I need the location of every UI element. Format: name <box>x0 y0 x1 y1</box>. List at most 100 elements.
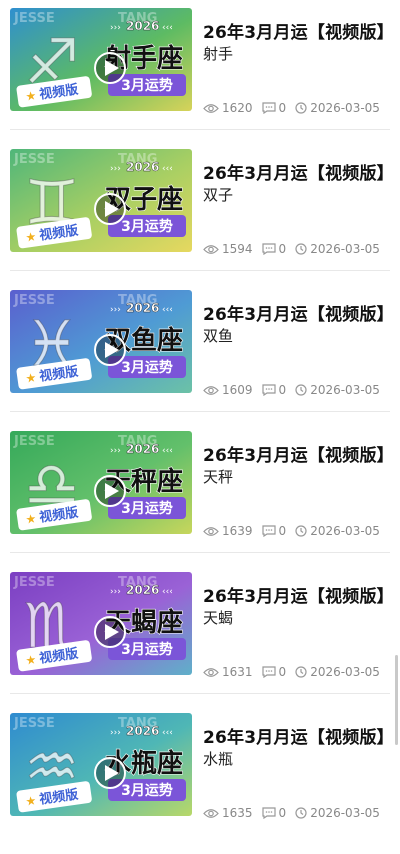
video-list-item[interactable]: JESSE TANG ♓ 2026 ››› ‹‹‹ 双鱼座 3月运势 ★ 视频版… <box>0 290 400 431</box>
video-meta: 1639 0 2026-03-05 <box>203 523 389 539</box>
divider <box>10 411 390 412</box>
arrows-left-icon: ››› <box>110 164 121 174</box>
year-label: 2026 <box>126 442 159 456</box>
star-icon: ★ <box>25 511 38 526</box>
watermark-left: JESSE <box>13 293 55 308</box>
video-subtitle: 天蝎 <box>203 609 234 627</box>
arrows-left-icon: ››› <box>110 587 121 597</box>
star-icon: ★ <box>25 370 38 385</box>
watermark-left: JESSE <box>13 152 55 167</box>
video-list-item[interactable]: JESSE TANG ♏ 2026 ››› ‹‹‹ 天蝎座 3月运势 ★ 视频版… <box>0 572 400 713</box>
play-button[interactable] <box>94 52 126 84</box>
view-count: 1635 <box>222 806 253 820</box>
video-subtitle: 双子 <box>203 186 234 204</box>
video-thumbnail[interactable]: JESSE TANG ♏ 2026 ››› ‹‹‹ 天蝎座 3月运势 ★ 视频版 <box>10 572 192 675</box>
arrows-left-icon: ››› <box>110 23 121 33</box>
fortune-label: 3月运势 <box>121 641 173 658</box>
eye-icon <box>203 244 219 255</box>
arrows-right-icon: ‹‹‹ <box>162 23 173 33</box>
play-button[interactable] <box>94 475 126 507</box>
arrows-right-icon: ‹‹‹ <box>162 164 173 174</box>
fortune-label: 3月运势 <box>121 77 173 94</box>
arrows-left-icon: ››› <box>110 305 121 315</box>
divider <box>10 552 390 553</box>
play-button[interactable] <box>94 757 126 789</box>
play-button[interactable] <box>94 334 126 366</box>
video-list-item[interactable]: JESSE TANG ♐ 2026 ››› ‹‹‹ 射手座 3月运势 ★ 视频版… <box>0 8 400 149</box>
eye-icon <box>203 103 219 114</box>
comment-count: 0 <box>278 806 287 820</box>
eye-icon <box>203 667 219 678</box>
year-label: 2026 <box>126 583 159 597</box>
fortune-label: 3月运势 <box>121 500 173 517</box>
star-icon: ★ <box>25 793 38 808</box>
fortune-label: 3月运势 <box>121 359 173 376</box>
view-count: 1639 <box>222 524 253 538</box>
video-subtitle: 射手 <box>203 45 234 63</box>
video-title[interactable]: 26年3月月运【视频版】 <box>203 582 394 607</box>
video-title[interactable]: 26年3月月运【视频版】 <box>203 18 394 43</box>
video-title[interactable]: 26年3月月运【视频版】 <box>203 159 394 184</box>
scrollbar[interactable] <box>395 655 398 745</box>
arrows-right-icon: ‹‹‹ <box>162 587 173 597</box>
clock-icon <box>295 807 307 819</box>
video-thumbnail[interactable]: JESSE TANG ♎ 2026 ››› ‹‹‹ 天秤座 3月运势 ★ 视频版 <box>10 431 192 534</box>
year-label: 2026 <box>126 19 159 33</box>
video-list-item[interactable]: JESSE TANG ♊ 2026 ››› ‹‹‹ 双子座 3月运势 ★ 视频版… <box>0 149 400 290</box>
comment-icon <box>261 243 276 255</box>
star-icon: ★ <box>25 229 38 244</box>
watermark-left: JESSE <box>13 11 55 26</box>
play-button[interactable] <box>94 616 126 648</box>
clock-icon <box>295 102 307 114</box>
video-thumbnail[interactable]: JESSE TANG ♐ 2026 ››› ‹‹‹ 射手座 3月运势 ★ 视频版 <box>10 8 192 111</box>
comment-icon <box>261 666 276 678</box>
video-thumbnail[interactable]: JESSE TANG ♒ 2026 ››› ‹‹‹ 水瓶座 3月运势 ★ 视频版 <box>10 713 192 816</box>
publish-date: 2026-03-05 <box>310 665 380 679</box>
comment-count: 0 <box>278 665 287 679</box>
video-thumbnail[interactable]: JESSE TANG ♊ 2026 ››› ‹‹‹ 双子座 3月运势 ★ 视频版 <box>10 149 192 252</box>
fortune-label: 3月运势 <box>121 218 173 235</box>
comment-icon <box>261 807 276 819</box>
video-subtitle: 水瓶 <box>203 750 234 768</box>
fortune-label: 3月运势 <box>121 782 173 799</box>
divider <box>10 693 390 694</box>
comment-count: 0 <box>278 383 287 397</box>
watermark-left: JESSE <box>13 575 55 590</box>
arrows-left-icon: ››› <box>110 446 121 456</box>
video-subtitle: 天秤 <box>203 468 234 486</box>
year-label: 2026 <box>126 301 159 315</box>
eye-icon <box>203 385 219 396</box>
video-thumbnail[interactable]: JESSE TANG ♓ 2026 ››› ‹‹‹ 双鱼座 3月运势 ★ 视频版 <box>10 290 192 393</box>
publish-date: 2026-03-05 <box>310 242 380 256</box>
video-title[interactable]: 26年3月月运【视频版】 <box>203 723 394 748</box>
video-meta: 1631 0 2026-03-05 <box>203 664 389 680</box>
year-label: 2026 <box>126 724 159 738</box>
video-title[interactable]: 26年3月月运【视频版】 <box>203 300 394 325</box>
view-count: 1609 <box>222 383 253 397</box>
publish-date: 2026-03-05 <box>310 806 380 820</box>
comment-count: 0 <box>278 242 287 256</box>
video-meta: 1635 0 2026-03-05 <box>203 805 389 821</box>
arrows-left-icon: ››› <box>110 728 121 738</box>
video-meta: 1620 0 2026-03-05 <box>203 100 389 116</box>
video-title[interactable]: 26年3月月运【视频版】 <box>203 441 394 466</box>
publish-date: 2026-03-05 <box>310 383 380 397</box>
play-button[interactable] <box>94 193 126 225</box>
view-count: 1631 <box>222 665 253 679</box>
comment-count: 0 <box>278 524 287 538</box>
video-list-item[interactable]: JESSE TANG ♒ 2026 ››› ‹‹‹ 水瓶座 3月运势 ★ 视频版… <box>0 713 400 854</box>
view-count: 1620 <box>222 101 253 115</box>
divider <box>10 129 390 130</box>
watermark-left: JESSE <box>13 434 55 449</box>
clock-icon <box>295 243 307 255</box>
arrows-right-icon: ‹‹‹ <box>162 446 173 456</box>
eye-icon <box>203 808 219 819</box>
video-list-item[interactable]: JESSE TANG ♎ 2026 ››› ‹‹‹ 天秤座 3月运势 ★ 视频版… <box>0 431 400 572</box>
year-label: 2026 <box>126 160 159 174</box>
divider <box>10 270 390 271</box>
clock-icon <box>295 384 307 396</box>
clock-icon <box>295 525 307 537</box>
comment-icon <box>261 525 276 537</box>
video-meta: 1609 0 2026-03-05 <box>203 382 389 398</box>
arrows-right-icon: ‹‹‹ <box>162 728 173 738</box>
